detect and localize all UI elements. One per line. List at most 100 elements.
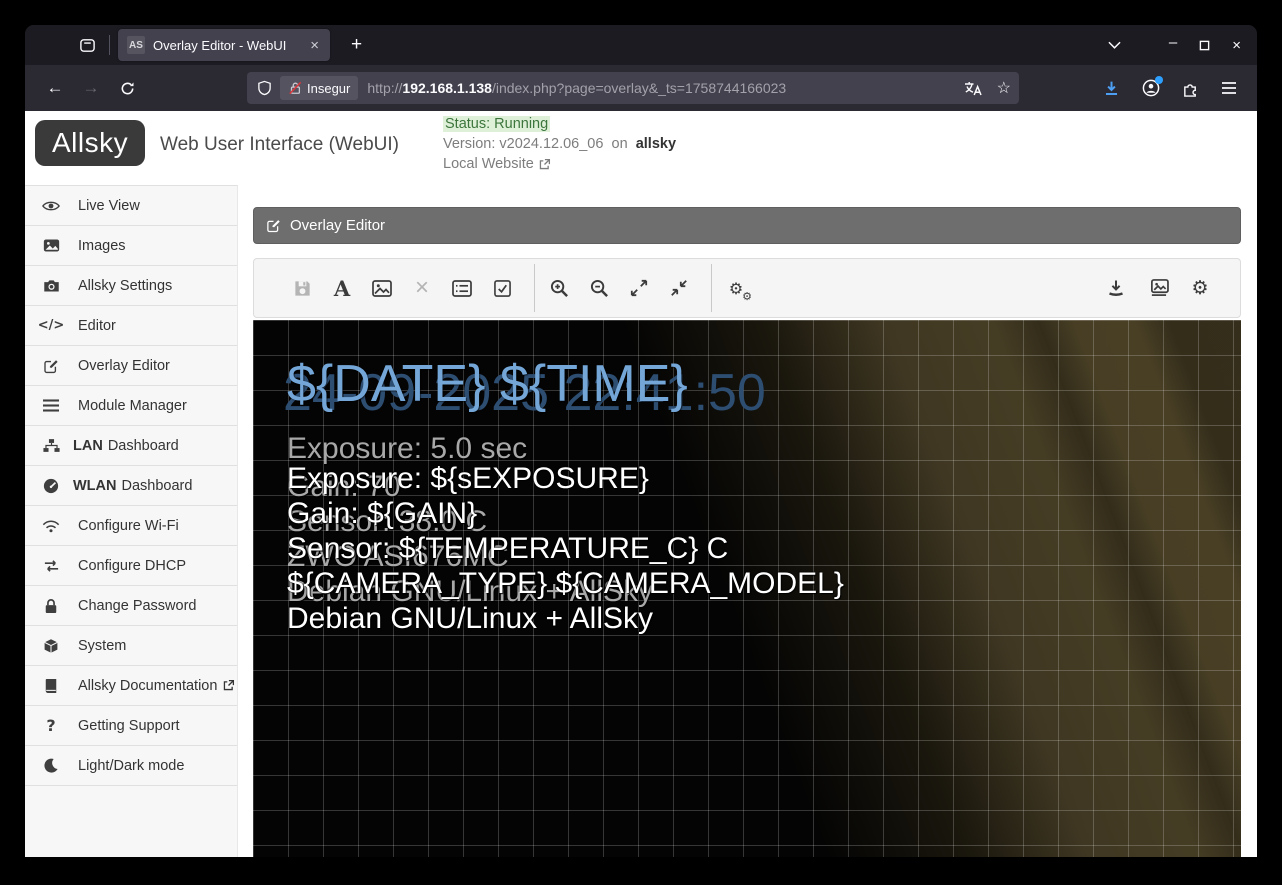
window-maximize-button[interactable] [1199, 40, 1210, 51]
sidebar-item-editor[interactable]: </> Editor [25, 306, 237, 346]
eye-icon [41, 199, 61, 213]
panel-header: Overlay Editor [253, 207, 1241, 244]
code-icon: </> [41, 318, 61, 333]
allsky-logo: Allsky [35, 120, 145, 166]
overlay-editor-toolbar: A × ⚙⚙ ⚙ [253, 258, 1241, 318]
tachometer-icon [41, 478, 61, 494]
sidebar-item-overlay-editor[interactable]: Overlay Editor [25, 346, 237, 386]
back-button[interactable]: ← [39, 74, 71, 102]
toolbar-separator [711, 264, 712, 312]
question-icon: ? [41, 716, 61, 735]
new-tab-button[interactable]: + [344, 34, 369, 56]
window-close-button[interactable]: × [1232, 37, 1241, 54]
delete-field-icon[interactable]: × [410, 276, 434, 300]
sitemap-icon [41, 438, 61, 453]
checkbox-icon[interactable] [490, 276, 514, 300]
image-manager-icon[interactable] [1146, 276, 1170, 300]
window-minimize-button[interactable]: – [1169, 34, 1177, 51]
security-label: Insegur [307, 81, 350, 96]
connection-security-chip[interactable]: Insegur [280, 76, 358, 100]
settings-gear-icon[interactable]: ⚙ [1188, 276, 1212, 300]
sidebar-item-module-manager[interactable]: Module Manager [25, 386, 237, 426]
page-title: Web User Interface (WebUI) [160, 134, 399, 156]
status-block: Status: Running Version: v2024.12.06_06 … [443, 114, 676, 174]
rendered-line: Exposure: 5.0 sec [287, 432, 527, 465]
tab-title: Overlay Editor - WebUI [153, 38, 307, 53]
tab-close-icon[interactable]: × [307, 37, 322, 54]
lock-icon [41, 598, 61, 614]
translate-icon[interactable] [964, 81, 983, 96]
url-text[interactable]: http://192.168.1.138/index.php?page=over… [367, 80, 955, 96]
overlay-field[interactable]: Exposure: ${sEXPOSURE} [287, 462, 649, 495]
sidebar-item-light-dark-mode[interactable]: Light/Dark mode [25, 746, 237, 786]
tab-bar: AS Overlay Editor - WebUI × + – × [25, 25, 1257, 65]
active-tab[interactable]: AS Overlay Editor - WebUI × [118, 29, 330, 61]
zoom-out-icon[interactable] [587, 276, 611, 300]
zoom-in-icon[interactable] [547, 276, 571, 300]
sidebar-item-configure-dhcp[interactable]: Configure DHCP [25, 546, 237, 586]
account-icon[interactable] [1142, 79, 1160, 97]
sidebar-item-images[interactable]: Images [25, 226, 237, 266]
shield-icon[interactable] [257, 80, 272, 96]
add-image-icon[interactable] [370, 276, 394, 300]
overlay-canvas[interactable]: 24-09-2025 22:41:50 Exposure: 5.0 sec Ga… [253, 320, 1241, 857]
status-badge: Status: Running [443, 116, 550, 132]
downloads-icon[interactable] [1103, 80, 1120, 97]
main-area: Overlay Editor A × ⚙⚙ [238, 185, 1257, 857]
overlay-field[interactable]: Sensor: ${TEMPERATURE_C} C [287, 532, 728, 565]
sidebar-item-getting-support[interactable]: ? Getting Support [25, 706, 237, 746]
external-link-icon [538, 158, 551, 171]
list-tabs-chevron-icon[interactable] [1108, 41, 1121, 49]
reload-button[interactable] [111, 74, 143, 102]
cube-icon [41, 638, 61, 654]
field-list-icon[interactable] [450, 276, 474, 300]
site-favicon: AS [127, 36, 145, 54]
screen: AS Overlay Editor - WebUI × + – × ← → [0, 0, 1282, 885]
account-notification-dot [1155, 76, 1163, 84]
panel-title: Overlay Editor [290, 217, 385, 234]
add-text-icon[interactable]: A [330, 276, 354, 300]
page-header: Allsky Web User Interface (WebUI) Status… [25, 111, 1257, 185]
bookmark-star-icon[interactable]: ☆ [997, 78, 1011, 98]
overlay-field[interactable]: Debian GNU/Linux + AllSky [287, 602, 653, 635]
sidebar-item-change-password[interactable]: Change Password [25, 586, 237, 626]
save-icon[interactable] [290, 276, 314, 300]
pencil-square-icon [266, 218, 281, 233]
forward-button[interactable]: → [75, 74, 107, 102]
extensions-puzzle-icon[interactable] [1182, 80, 1199, 97]
wifi-icon [41, 519, 61, 533]
firefox-view-icon[interactable] [75, 33, 99, 57]
navigation-toolbar: ← → Insegur http://192.168.1.138/index.p… [25, 65, 1257, 111]
sidebar: Live View Images Allsky Settings </> Edi… [25, 185, 238, 857]
camera-icon [41, 278, 61, 293]
menu-hamburger-icon[interactable] [1221, 81, 1237, 95]
sidebar-item-allsky-documentation[interactable]: Allsky Documentation [25, 666, 237, 706]
sidebar-item-system[interactable]: System [25, 626, 237, 666]
url-bar[interactable]: Insegur http://192.168.1.138/index.php?p… [247, 72, 1019, 104]
lock-slash-icon [288, 81, 302, 95]
options-cogs-icon[interactable]: ⚙⚙ [724, 276, 748, 300]
overlay-field-datetime[interactable]: ${DATE} ${TIME} [287, 356, 688, 413]
sidebar-item-allsky-settings[interactable]: Allsky Settings [25, 266, 237, 306]
bars-icon [41, 399, 61, 412]
browser-window: AS Overlay Editor - WebUI × + – × ← → [25, 25, 1257, 857]
moon-icon [41, 758, 61, 773]
version-text: Version: v2024.12.06_06 [443, 136, 603, 152]
external-link-icon [222, 679, 235, 692]
page-content: Allsky Web User Interface (WebUI) Status… [25, 111, 1257, 857]
book-icon [41, 678, 61, 694]
expand-icon[interactable] [627, 276, 651, 300]
overlay-field[interactable]: Gain: ${GAIN} [287, 497, 477, 530]
sidebar-item-wlan-dashboard[interactable]: WLANDashboard [25, 466, 237, 506]
local-website-link[interactable]: Local Website [443, 154, 551, 174]
image-icon [41, 238, 61, 253]
sidebar-item-lan-dashboard[interactable]: LANDashboard [25, 426, 237, 466]
exchange-arrows-icon [41, 559, 61, 573]
sidebar-item-live-view[interactable]: Live View [25, 186, 237, 226]
sidebar-item-configure-wifi[interactable]: Configure Wi-Fi [25, 506, 237, 546]
pencil-square-icon [41, 358, 61, 374]
compress-icon[interactable] [667, 276, 691, 300]
tab-separator [109, 35, 110, 55]
download-overlay-icon[interactable] [1104, 276, 1128, 300]
overlay-field[interactable]: ${CAMERA_TYPE} ${CAMERA_MODEL} [287, 567, 844, 600]
